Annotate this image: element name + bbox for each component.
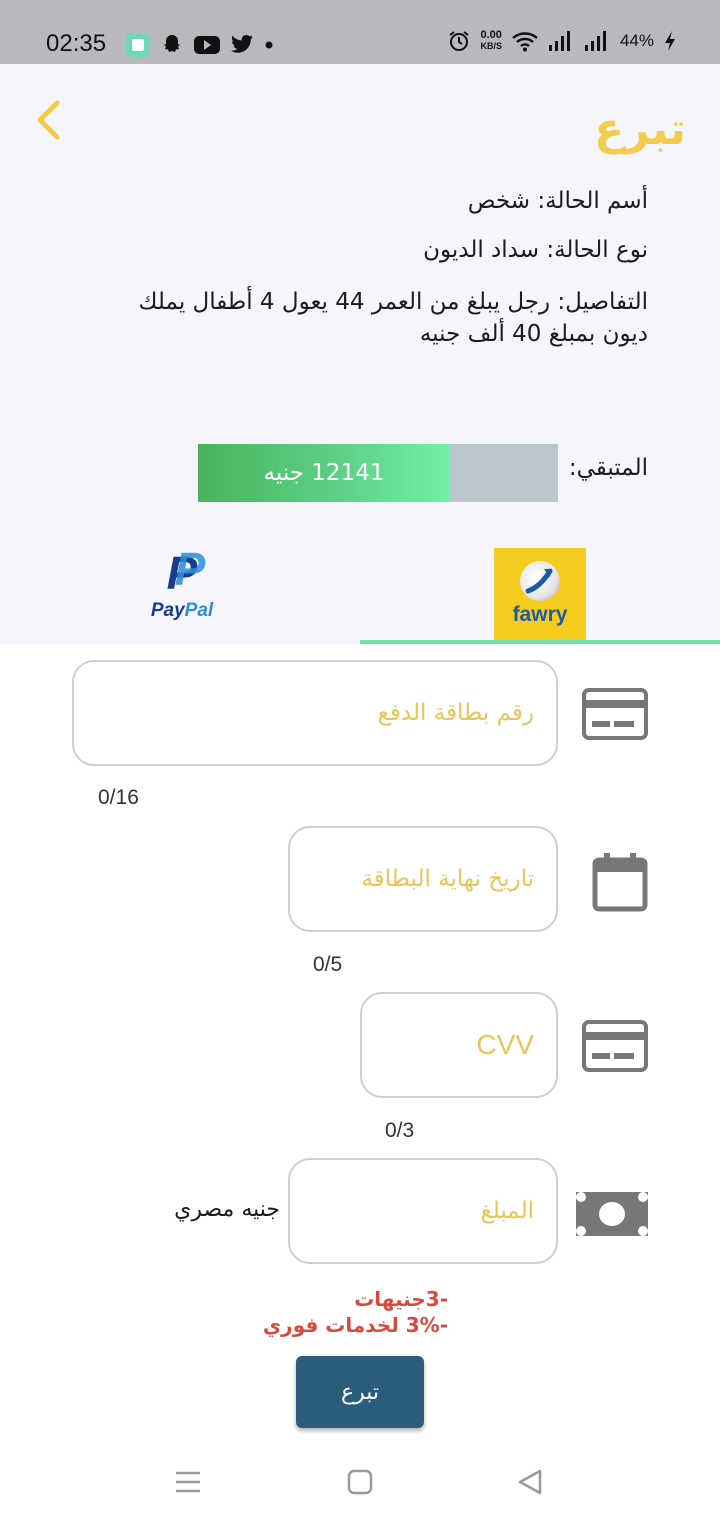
expiry-input[interactable] xyxy=(290,828,556,930)
fee-fixed: -3جنيهات xyxy=(354,1287,448,1311)
youtube-icon xyxy=(194,36,220,54)
tab-paypal[interactable]: P P PayPal xyxy=(0,540,360,644)
twitter-icon xyxy=(231,35,253,53)
recent-apps-button[interactable] xyxy=(168,1462,208,1502)
fawry-logo: fawry xyxy=(494,548,586,640)
cvv-counter: 0/3 xyxy=(385,1119,415,1142)
menu-icon xyxy=(176,1471,200,1493)
net-speed-unit: KB/S xyxy=(480,41,502,51)
status-bar: 02:35 0.00 KB/S 44% xyxy=(0,0,720,64)
signal-icon xyxy=(548,31,570,51)
page-title: تبرع xyxy=(594,104,686,155)
home-button[interactable] xyxy=(340,1462,380,1502)
card-number-field[interactable] xyxy=(72,660,558,766)
case-type: نوع الحالة: سداد الديون xyxy=(423,237,648,263)
amount-field[interactable] xyxy=(288,1158,558,1264)
signal-icon xyxy=(584,31,606,51)
fawry-wordmark: fawry xyxy=(512,603,568,626)
back-button[interactable] xyxy=(30,100,66,140)
snapchat-icon xyxy=(164,35,180,52)
tab-fawry[interactable]: fawry xyxy=(360,540,720,644)
cash-icon xyxy=(576,1190,648,1242)
paypal-logo: P P PayPal xyxy=(140,544,224,632)
paypal-mark-letter-overlay: P xyxy=(174,543,206,595)
case-name: أسم الحالة: شخص xyxy=(467,188,648,214)
system-nav-bar xyxy=(0,1434,720,1520)
battery-level: 44% xyxy=(619,31,654,50)
cvv-field[interactable] xyxy=(360,992,558,1098)
net-speed-value: 0.00 xyxy=(480,29,502,41)
remaining-progress-bar: 12141 جنيه xyxy=(198,444,558,502)
chevron-left-icon xyxy=(37,100,60,140)
credit-card-icon xyxy=(582,688,648,744)
paypal-mark: P P xyxy=(167,544,206,598)
paypal-wordmark-pal: Pal xyxy=(184,600,214,621)
card-number-input[interactable] xyxy=(74,662,556,764)
case-details: التفاصيل: رجل يبلغ من العمر 44 يعول 4 أط… xyxy=(138,289,648,347)
calendar-icon xyxy=(592,852,648,916)
alarm-icon xyxy=(449,31,470,51)
back-triangle-icon xyxy=(518,1469,542,1495)
dot-icon xyxy=(265,41,273,49)
fees-note: -3جنيهات -3% لخدمات فوري xyxy=(263,1286,448,1338)
amount-input[interactable] xyxy=(290,1160,556,1262)
status-time: 02:35 xyxy=(46,30,107,57)
currency-label: جنيه مصري xyxy=(174,1197,280,1222)
remaining-label: المتبقي: xyxy=(568,455,648,481)
cvv-input[interactable] xyxy=(362,994,556,1096)
paypal-wordmark: PayPal xyxy=(151,600,213,622)
wifi-icon xyxy=(512,32,538,52)
donate-button[interactable]: تبرع xyxy=(296,1356,424,1428)
paypal-wordmark-pay: Pay xyxy=(150,600,185,621)
system-icons: 0.00 KB/S 44% xyxy=(448,30,676,52)
back-nav-button[interactable] xyxy=(510,1462,550,1502)
home-square-icon xyxy=(347,1469,373,1495)
net-speed: 0.00 KB/S xyxy=(480,30,502,52)
remaining-amount: 12141 جنيه xyxy=(263,460,385,486)
fee-percent: -3% لخدمات فوري xyxy=(262,1313,448,1337)
credit-card-icon xyxy=(582,1020,648,1076)
expiry-field[interactable] xyxy=(288,826,558,932)
charging-icon xyxy=(665,31,675,51)
notification-icons xyxy=(126,33,274,57)
fawry-globe-icon xyxy=(520,561,560,601)
expiry-counter: 0/5 xyxy=(313,953,343,976)
card-number-counter: 0/16 xyxy=(98,786,139,809)
app-icon xyxy=(126,33,150,57)
